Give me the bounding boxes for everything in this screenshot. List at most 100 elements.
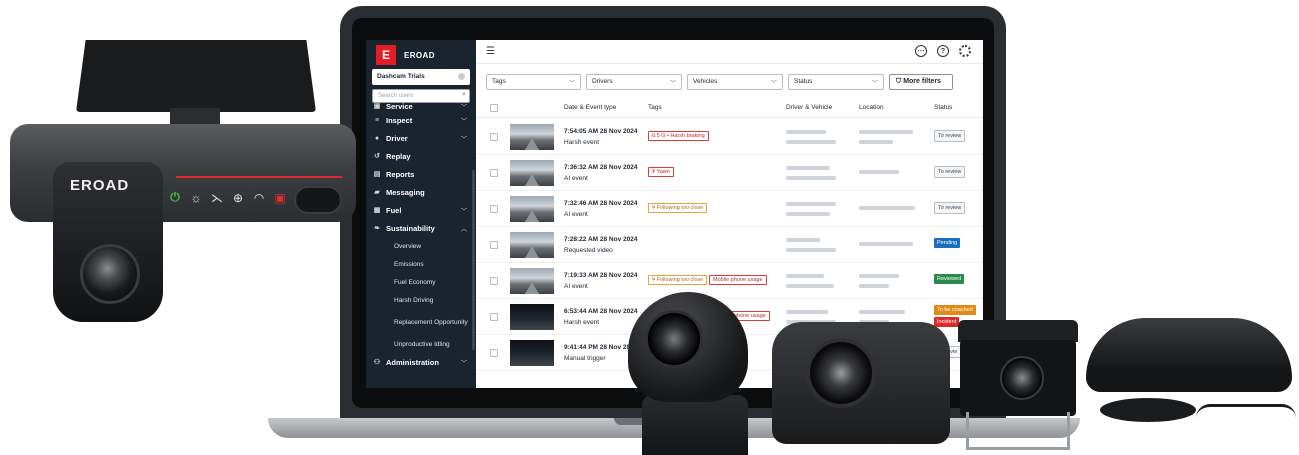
redacted-driver (786, 202, 836, 206)
gps-antenna-base (1100, 398, 1196, 422)
row-checkbox[interactable] (490, 169, 498, 177)
sidebar-item-driver[interactable]: ● Driver ﹀ (366, 129, 476, 147)
event-type: AI event (564, 211, 588, 218)
sidebar-subitem-replacement-opportunity[interactable]: Replacement Opportunity (366, 309, 476, 335)
video-thumbnail[interactable] (510, 232, 554, 258)
video-thumbnail[interactable] (510, 124, 554, 150)
sidebar-item-sustainability[interactable]: ❧ Sustainability ︿ (366, 219, 476, 237)
event-tag: ¥ Following too close (648, 275, 708, 285)
redacted-location (859, 242, 913, 246)
event-time: 6:53:44 AM 28 Nov 2024 (564, 308, 638, 315)
row-checkbox[interactable] (490, 313, 498, 321)
event-type: AI event (564, 175, 588, 182)
chevron-down-icon: ﹀ (460, 118, 467, 125)
tags-filter[interactable]: Tags ﹀ (486, 74, 581, 90)
select-all-checkbox[interactable] (490, 104, 498, 112)
row-checkbox[interactable] (490, 277, 498, 285)
gps-icon: ⋋ (211, 190, 223, 205)
sidebar-subitem-overview[interactable]: Overview (366, 237, 476, 255)
gear-icon[interactable] (959, 45, 971, 57)
side-camera-lens (806, 338, 876, 408)
sidebar-item-messaging[interactable]: ▰ Messaging (366, 183, 476, 201)
menu-collapse-icon[interactable]: ☰ (486, 46, 495, 57)
table-row[interactable]: 7:28:22 AM 28 Nov 2024 Requested video P… (476, 227, 983, 263)
leaf-icon: ❧ (374, 225, 380, 232)
top-bar: ☰ ⋯ ? (476, 40, 983, 64)
video-thumbnail[interactable] (510, 304, 554, 330)
sidebar-item-label: Administration (386, 357, 439, 367)
road-shape (525, 246, 539, 258)
brand[interactable]: E EROAD (376, 45, 435, 65)
chevron-down-icon: ﹀ (460, 136, 467, 143)
row-checkbox[interactable] (490, 205, 498, 213)
header-tags[interactable]: Tags (648, 104, 662, 111)
status-badge: Pending (934, 238, 961, 248)
status-badge: To review (934, 202, 966, 214)
video-thumbnail[interactable] (510, 268, 554, 294)
redacted-vehicle (786, 284, 834, 288)
sidebar-item-replay[interactable]: ↺ Replay (366, 147, 476, 165)
table-row[interactable]: 7:54:05 AM 28 Nov 2024 Harsh event 0.5 G… (476, 119, 983, 155)
chevron-down-icon: ﹀ (568, 81, 575, 87)
dashcam-status-leds: ⏻ ☼ ⋋ ⊕ ◠ ▣ (168, 190, 287, 205)
globe-icon: ⊕ (232, 190, 244, 205)
sidebar-scrollbar[interactable] (472, 170, 475, 350)
row-checkbox[interactable] (490, 241, 498, 249)
video-thumbnail[interactable] (510, 160, 554, 186)
dashcam-lens (80, 244, 140, 304)
wrench-icon: ▣ (373, 103, 381, 110)
sidebar-subitem-unproductive-idling[interactable]: Unproductive Idling (366, 335, 476, 353)
drivers-filter-label: Drivers (592, 78, 613, 85)
filter-bar: Tags ﹀ Drivers ﹀ Vehicles ﹀ Status ﹀ ⛉ M… (486, 74, 953, 90)
header-location[interactable]: Location (859, 104, 884, 111)
record-icon: ▣ (274, 190, 286, 205)
sidebar-item-service[interactable]: ▣ Service ﹀ (366, 101, 476, 111)
drivers-filter[interactable]: Drivers ﹀ (586, 74, 682, 90)
sidebar-item-label: Inspect (386, 115, 413, 125)
help-icon[interactable]: ? (937, 45, 949, 57)
status-filter-label: Status (794, 78, 813, 85)
status-badge: To be coached (934, 305, 976, 315)
table-row[interactable]: 7:36:32 AM 28 Nov 2024 AI event ¥ Yawn T… (476, 155, 983, 191)
vehicles-filter[interactable]: Vehicles ﹀ (687, 74, 783, 90)
road-shape (525, 210, 539, 222)
more-icon[interactable]: ⋯ (915, 45, 927, 57)
power-icon: ⏻ (170, 190, 180, 204)
sun-icon: ☼ (190, 190, 202, 205)
search-icon[interactable]: ⌕ (462, 91, 466, 99)
sidebar-item-fuel[interactable]: ▦ Fuel ﹀ (366, 201, 476, 219)
header-status[interactable]: Status (934, 104, 952, 111)
more-filters-button[interactable]: ⛉ More filters (889, 74, 953, 90)
sidebar-item-administration[interactable]: ⚇ Administration ﹀ (366, 353, 476, 371)
table-row[interactable]: 7:19:33 AM 28 Nov 2024 AI event ¥ Follow… (476, 263, 983, 299)
more-filters-label: More filters (903, 78, 941, 85)
sidebar: E EROAD Dashcam Trials Search users ⌕ ▣ … (366, 40, 476, 388)
tags-filter-label: Tags (492, 78, 506, 85)
fleet-select-label: Dashcam Trials (377, 73, 425, 80)
video-thumbnail[interactable] (510, 340, 554, 366)
fleet-select[interactable]: Dashcam Trials (372, 69, 470, 85)
event-type: AI event (564, 283, 588, 290)
event-tag: ¥ Yawn (648, 167, 674, 177)
header-driver-vehicle[interactable]: Driver & Vehicle (786, 104, 832, 111)
redacted-driver (786, 130, 826, 134)
row-checkbox[interactable] (490, 349, 498, 357)
chat-icon: ▰ (374, 189, 380, 196)
clear-icon[interactable] (458, 73, 465, 80)
sidebar-subitem-emissions[interactable]: Emissions (366, 255, 476, 273)
status-filter[interactable]: Status ﹀ (788, 74, 884, 90)
event-time: 7:32:46 AM 28 Nov 2024 (564, 200, 638, 207)
event-time: 7:19:33 AM 28 Nov 2024 (564, 272, 638, 279)
redacted-vehicle (786, 248, 836, 252)
sidebar-item-reports[interactable]: ▤ Reports (366, 165, 476, 183)
table-row[interactable]: 7:32:46 AM 28 Nov 2024 AI event ¥ Follow… (476, 191, 983, 227)
event-type: Manual trigger (564, 355, 606, 362)
event-time: 7:54:05 AM 28 Nov 2024 (564, 128, 638, 135)
sidebar-subitem-harsh-driving[interactable]: Harsh Driving (366, 291, 476, 309)
row-checkbox[interactable] (490, 133, 498, 141)
sidebar-subitem-fuel-economy[interactable]: Fuel Economy (366, 273, 476, 291)
vehicles-filter-label: Vehicles (693, 78, 718, 85)
video-thumbnail[interactable] (510, 196, 554, 222)
sidebar-item-inspect[interactable]: ≡ Inspect ﹀ (366, 111, 476, 129)
header-date-event[interactable]: Date & Event type (564, 104, 616, 111)
